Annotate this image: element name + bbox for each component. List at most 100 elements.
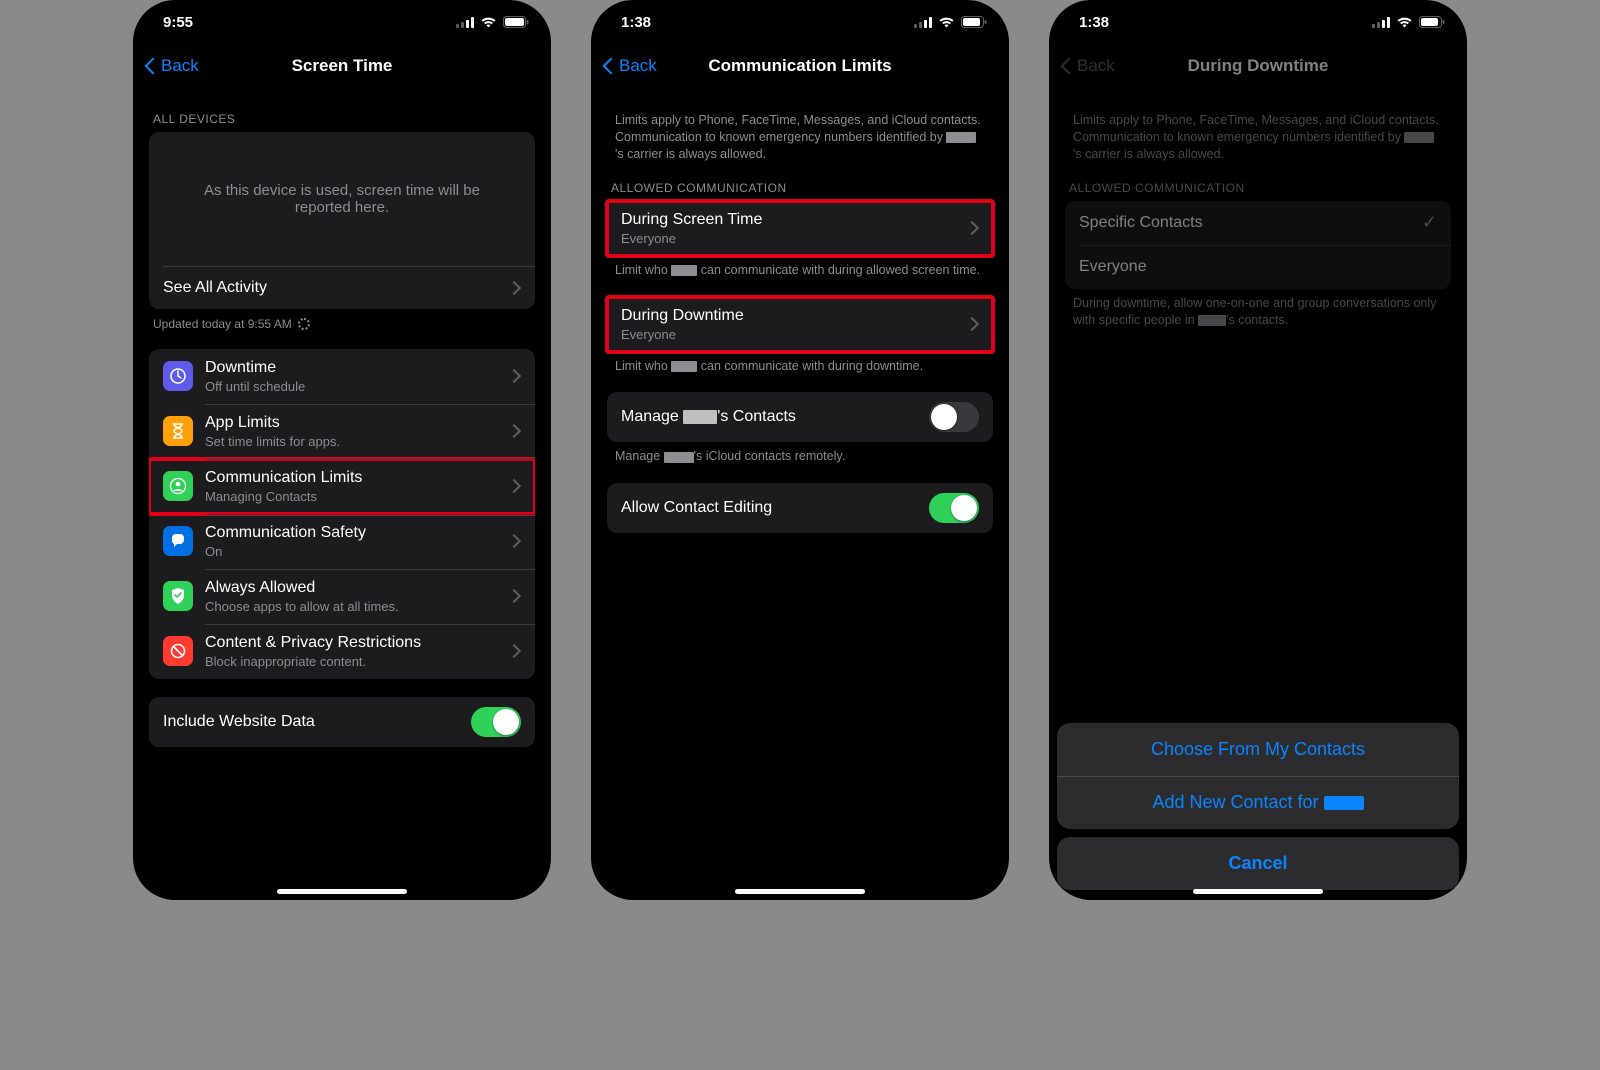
- wifi-icon: [938, 16, 955, 28]
- row-communication-limits[interactable]: Communication Limits Managing Contacts: [149, 459, 535, 514]
- include-website-data-label: Include Website Data: [163, 713, 471, 731]
- manage-contacts-label: Manage 's Contacts: [621, 408, 929, 426]
- nav-bar: Back Communication Limits: [591, 44, 1009, 88]
- action-sheet-cancel-group: Cancel: [1057, 837, 1459, 890]
- chevron-right-icon: [971, 317, 979, 331]
- back-label: Back: [619, 56, 657, 76]
- row-title: App Limits: [205, 414, 513, 432]
- status-icons: [456, 16, 529, 28]
- back-button[interactable]: Back: [1061, 44, 1115, 88]
- everyone-label: Everyone: [1079, 258, 1437, 276]
- cellular-signal-icon: [456, 17, 474, 28]
- back-button[interactable]: Back: [603, 44, 657, 88]
- row-during-screen-time[interactable]: During Screen Time Everyone: [607, 201, 993, 256]
- row-subtitle: Set time limits for apps.: [205, 434, 513, 449]
- spinner-icon: [298, 318, 310, 330]
- chevron-left-icon: [145, 56, 157, 76]
- row-manage-contacts[interactable]: Manage 's Contacts: [607, 392, 993, 442]
- during-screen-time-group: During Screen Time Everyone: [607, 201, 993, 256]
- footer-allowed: During downtime, allow one-on-one and gr…: [1065, 289, 1451, 329]
- home-indicator[interactable]: [735, 889, 865, 894]
- row-title: Always Allowed: [205, 579, 513, 597]
- allow-contact-editing-label: Allow Contact Editing: [621, 499, 929, 517]
- action-sheet-options: Choose From My Contacts Add New Contact …: [1057, 723, 1459, 829]
- status-time: 9:55: [163, 14, 193, 31]
- status-time: 1:38: [621, 14, 651, 31]
- updated-text: Updated today at 9:55 AM: [149, 309, 535, 331]
- include-website-data-group: Include Website Data: [149, 697, 535, 747]
- no-sign-icon: [163, 636, 193, 666]
- row-during-downtime[interactable]: During Downtime Everyone: [607, 297, 993, 352]
- row-allow-contact-editing[interactable]: Allow Contact Editing: [607, 483, 993, 533]
- footer-manage-contacts: Manage 's iCloud contacts remotely.: [607, 442, 993, 465]
- row-subtitle: On: [205, 544, 513, 559]
- row-app-limits[interactable]: App Limits Set time limits for apps.: [149, 404, 535, 459]
- cellular-signal-icon: [914, 17, 932, 28]
- specific-contacts-label: Specific Contacts: [1079, 214, 1422, 232]
- back-label: Back: [161, 56, 199, 76]
- sheet-add-new-contact[interactable]: Add New Contact for: [1057, 776, 1459, 829]
- manage-contacts-toggle[interactable]: [929, 402, 979, 432]
- row-subtitle: Choose apps to allow at all times.: [205, 599, 513, 614]
- row-communication-safety[interactable]: Communication Safety On: [149, 514, 535, 569]
- section-header-allowed: ALLOWED COMMUNICATION: [607, 163, 993, 201]
- during-downtime-group: During Downtime Everyone: [607, 297, 993, 352]
- row-include-website-data[interactable]: Include Website Data: [149, 697, 535, 747]
- home-indicator[interactable]: [277, 889, 407, 894]
- downtime-icon: [163, 361, 193, 391]
- chevron-right-icon: [513, 589, 521, 603]
- see-all-activity-label: See All Activity: [163, 279, 513, 297]
- nav-bar: Back Screen Time: [133, 44, 551, 88]
- cellular-signal-icon: [1372, 17, 1390, 28]
- row-subtitle: Block inappropriate content.: [205, 654, 513, 669]
- checkmark-shield-icon: [163, 581, 193, 611]
- intro-text: Limits apply to Phone, FaceTime, Message…: [1065, 94, 1451, 163]
- section-header-all-devices: ALL DEVICES: [149, 94, 535, 132]
- action-sheet: Choose From My Contacts Add New Contact …: [1057, 723, 1459, 890]
- footer-during-screen-time: Limit who can communicate with during al…: [607, 256, 993, 279]
- manage-contacts-group: Manage 's Contacts: [607, 392, 993, 442]
- chevron-right-icon: [513, 281, 521, 295]
- page-title: Communication Limits: [708, 56, 891, 76]
- sheet-choose-from-contacts[interactable]: Choose From My Contacts: [1057, 723, 1459, 776]
- status-bar: 9:55: [133, 0, 551, 44]
- chat-bubble-icon: [163, 526, 193, 556]
- hourglass-icon: [163, 416, 193, 446]
- back-label: Back: [1077, 56, 1115, 76]
- row-specific-contacts[interactable]: Specific Contacts ✓: [1065, 201, 1451, 245]
- row-everyone[interactable]: Everyone: [1065, 245, 1451, 289]
- allow-contact-editing-toggle[interactable]: [929, 493, 979, 523]
- phone-during-downtime: 1:38 Back During Downtime Limits apply t…: [1049, 0, 1467, 900]
- row-content-privacy[interactable]: Content & Privacy Restrictions Block ina…: [149, 624, 535, 679]
- row-subtitle: Everyone: [621, 231, 971, 246]
- battery-icon: [1419, 16, 1445, 28]
- back-button[interactable]: Back: [145, 44, 199, 88]
- phone-screen-time: 9:55 Back Screen Time ALL DEVICES As thi…: [133, 0, 551, 900]
- section-header-allowed: ALLOWED COMMUNICATION: [1065, 163, 1451, 201]
- row-always-allowed[interactable]: Always Allowed Choose apps to allow at a…: [149, 569, 535, 624]
- chevron-right-icon: [513, 424, 521, 438]
- chevron-right-icon: [513, 644, 521, 658]
- see-all-activity-row[interactable]: See All Activity: [149, 267, 535, 309]
- chevron-left-icon: [603, 56, 615, 76]
- footer-during-downtime: Limit who can communicate with during do…: [607, 352, 993, 375]
- status-time: 1:38: [1079, 14, 1109, 31]
- phone-communication-limits: 1:38 Back Communication Limits Limits ap…: [591, 0, 1009, 900]
- usage-empty-message: As this device is used, screen time will…: [149, 132, 535, 266]
- chevron-right-icon: [513, 534, 521, 548]
- status-icons: [914, 16, 987, 28]
- usage-card: As this device is used, screen time will…: [149, 132, 535, 309]
- status-bar: 1:38: [591, 0, 1009, 44]
- person-circle-icon: [163, 471, 193, 501]
- intro-text: Limits apply to Phone, FaceTime, Message…: [607, 94, 993, 163]
- checkmark-icon: ✓: [1422, 212, 1437, 233]
- wifi-icon: [480, 16, 497, 28]
- status-bar: 1:38: [1049, 0, 1467, 44]
- settings-group: Downtime Off until schedule App Limits S…: [149, 349, 535, 679]
- chevron-right-icon: [513, 369, 521, 383]
- row-downtime[interactable]: Downtime Off until schedule: [149, 349, 535, 404]
- home-indicator[interactable]: [1193, 889, 1323, 894]
- page-title: During Downtime: [1188, 56, 1329, 76]
- sheet-cancel[interactable]: Cancel: [1057, 837, 1459, 890]
- include-website-data-toggle[interactable]: [471, 707, 521, 737]
